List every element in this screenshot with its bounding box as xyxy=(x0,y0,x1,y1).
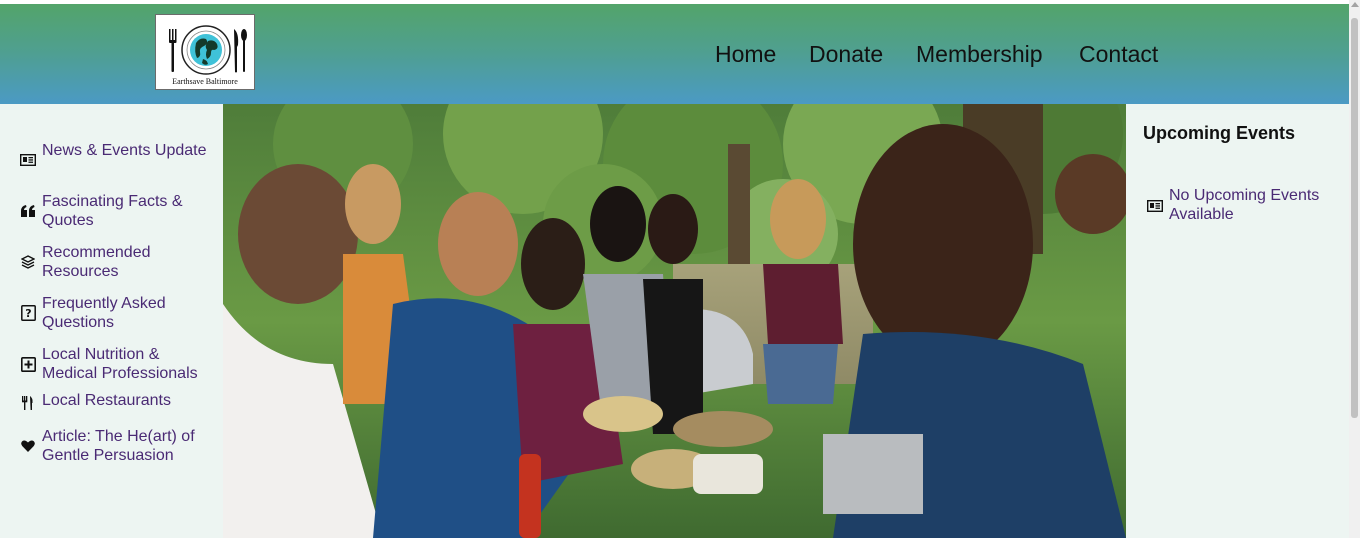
sidebar-item-label: Frequently Asked Questions xyxy=(42,295,166,331)
nav-home[interactable]: Home xyxy=(715,39,776,69)
medical-plus-icon xyxy=(18,354,38,374)
sidebar-item-label: Article: The He(art) of Gentle Persuasio… xyxy=(42,428,195,464)
svg-text:?: ? xyxy=(25,307,31,320)
sidebar-item-label: Local Nutrition & Medical Professionals xyxy=(42,346,198,382)
newspaper-icon xyxy=(18,150,38,170)
nav-membership[interactable]: Membership xyxy=(916,39,1043,69)
sidebar: News & Events Update Fascinating Facts &… xyxy=(0,104,223,538)
sidebar-item-label: Recommended Resources xyxy=(42,244,151,280)
site-header: Earthsave Baltimore Home Donate Membersh… xyxy=(0,4,1349,104)
event-item-label: No Upcoming Events Available xyxy=(1169,187,1320,223)
quote-icon xyxy=(18,201,38,221)
question-icon: ? xyxy=(18,303,38,323)
heart-icon xyxy=(18,436,38,456)
scroll-up-arrow-icon[interactable] xyxy=(1351,2,1359,7)
page-scrollbar[interactable] xyxy=(1349,0,1360,538)
sidebar-item-label: Local Restaurants xyxy=(42,392,171,409)
logo-text: Earthsave Baltimore xyxy=(172,77,238,86)
sidebar-item-label: News & Events Update xyxy=(42,142,207,159)
layers-icon xyxy=(18,252,38,272)
sidebar-item-label: Fascinating Facts & Quotes xyxy=(42,193,183,229)
hero-photo xyxy=(223,104,1126,538)
group-potluck-photo xyxy=(223,104,1126,538)
nav-donate[interactable]: Donate xyxy=(809,39,883,69)
scroll-thumb[interactable] xyxy=(1351,18,1358,418)
site-logo[interactable]: Earthsave Baltimore xyxy=(155,14,255,90)
events-panel: Upcoming Events No Upcoming Events Avail… xyxy=(1126,104,1349,538)
nav-contact[interactable]: Contact xyxy=(1079,39,1158,69)
newspaper-icon xyxy=(1146,197,1164,215)
utensils-icon xyxy=(18,393,38,413)
events-title: Upcoming Events xyxy=(1143,123,1296,143)
